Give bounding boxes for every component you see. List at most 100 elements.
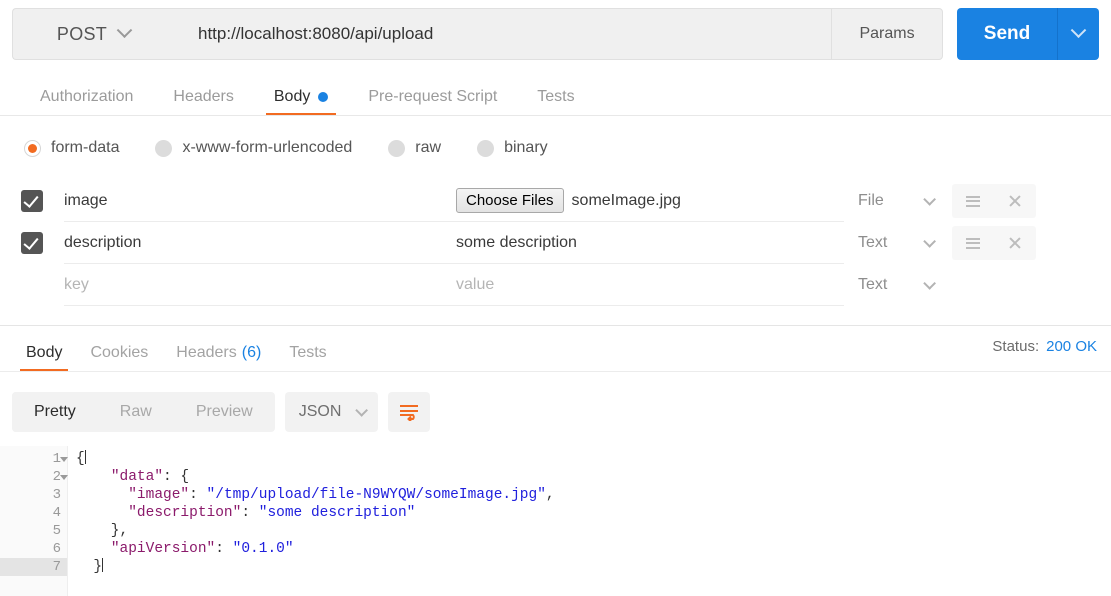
checkbox-icon[interactable]: [21, 190, 43, 212]
form-value-input[interactable]: [456, 233, 844, 252]
text-caret: [102, 558, 104, 572]
request-tab-label: Authorization: [40, 88, 134, 105]
chevron-down-icon: [1070, 21, 1087, 38]
chevron-down-icon: [116, 21, 133, 38]
request-tab-pre-request-script[interactable]: Pre-request Script: [348, 78, 517, 116]
view-mode-raw[interactable]: Raw: [98, 392, 174, 432]
chevron-down-icon: [923, 192, 936, 206]
radio-icon[interactable]: [24, 139, 41, 157]
form-value-cell[interactable]: [456, 222, 844, 264]
line-number-text: 3: [52, 487, 61, 503]
request-tab-label: Pre-request Script: [368, 88, 498, 105]
http-method-selector[interactable]: POST: [12, 8, 174, 60]
form-value-cell[interactable]: Choose Files someImage.jpg: [456, 180, 844, 222]
response-tab-label: Tests: [289, 344, 327, 361]
response-tab-label: Cookies: [90, 344, 149, 361]
fold-arrow-icon[interactable]: [60, 474, 68, 480]
form-value-input[interactable]: [456, 275, 844, 294]
line-number-text: 4: [52, 505, 61, 521]
code-line: {: [76, 450, 1111, 468]
form-row-enable-cell: [0, 274, 64, 296]
line-number: 4: [0, 504, 67, 522]
fold-arrow-icon[interactable]: [60, 456, 68, 462]
send-options-button[interactable]: [1057, 8, 1099, 60]
menu-icon: [966, 195, 980, 207]
code-token: "description": [128, 505, 242, 521]
response-tabs-divider: [0, 371, 1111, 372]
form-key-input[interactable]: [64, 275, 456, 294]
body-type-label: x-www-form-urlencoded: [182, 139, 353, 156]
request-tab-authorization[interactable]: Authorization: [20, 78, 153, 116]
code-line: "image": "/tmp/upload/file-N9WYQW/someIm…: [76, 486, 1111, 504]
send-button[interactable]: Send: [957, 8, 1057, 60]
menu-icon: [966, 237, 980, 249]
form-type-selector[interactable]: File: [844, 192, 944, 210]
choose-files-button[interactable]: Choose Files: [456, 187, 564, 214]
checkbox-icon[interactable]: [21, 232, 43, 254]
file-picker[interactable]: Choose Files someImage.jpg: [456, 187, 681, 214]
form-key-input[interactable]: [64, 233, 456, 252]
row-delete-button[interactable]: [994, 184, 1036, 218]
url-input-wrapper[interactable]: http://localhost:8080/api/upload: [174, 8, 831, 60]
response-tab-label: Headers: [176, 344, 237, 361]
form-type-label: Text: [858, 234, 888, 251]
response-tab-body[interactable]: Body: [12, 334, 76, 372]
body-type-label: form-data: [51, 139, 120, 156]
form-key-input[interactable]: [64, 191, 456, 210]
body-type-x-www-form-urlencoded[interactable]: x-www-form-urlencoded: [155, 139, 352, 157]
form-type-selector[interactable]: Text: [844, 234, 944, 252]
radio-icon[interactable]: [477, 139, 495, 157]
row-menu-button[interactable]: [952, 226, 994, 260]
request-tab-label: Tests: [537, 88, 575, 105]
body-type-raw[interactable]: raw: [388, 139, 441, 157]
response-tab-cookies[interactable]: Cookies: [76, 334, 162, 372]
body-type-radio-group: form-data x-www-form-urlencoded raw binary: [0, 132, 1111, 164]
body-type-label: raw: [415, 139, 442, 156]
text-caret: [84, 450, 86, 464]
response-format-selector[interactable]: JSON: [284, 392, 379, 432]
response-tab-tests[interactable]: Tests: [275, 334, 340, 372]
response-body-editor[interactable]: 123 4 5 6 7 { "data": { "image": "/tmp/uploa…: [0, 446, 1111, 596]
form-key-cell[interactable]: [64, 264, 456, 306]
radio-icon[interactable]: [388, 139, 406, 157]
chevron-down-icon: [923, 234, 936, 248]
form-key-cell[interactable]: [64, 180, 456, 222]
request-tab-headers[interactable]: Headers: [153, 78, 253, 116]
status-badge: Status: 200 OK: [992, 338, 1097, 355]
row-delete-button[interactable]: [994, 226, 1036, 260]
code-token: },: [76, 523, 129, 539]
form-row-actions: [944, 184, 1044, 218]
form-value-cell[interactable]: [456, 264, 844, 306]
request-tabs-divider: [0, 115, 1111, 116]
form-key-cell[interactable]: [64, 222, 456, 264]
view-mode-label: Preview: [195, 403, 253, 420]
form-type-label: File: [858, 192, 884, 209]
form-type-selector[interactable]: Text: [844, 276, 944, 294]
view-mode-pretty[interactable]: Pretty: [12, 392, 98, 432]
params-button[interactable]: Params: [831, 8, 943, 60]
word-wrap-button[interactable]: [388, 392, 431, 432]
view-mode-preview[interactable]: Preview: [174, 392, 275, 432]
checkbox-icon[interactable]: [21, 274, 43, 296]
request-tab-body[interactable]: Body: [254, 78, 348, 116]
request-tab-tests[interactable]: Tests: [517, 78, 594, 116]
response-tab-headers[interactable]: Headers (6): [162, 334, 275, 372]
table-row: Choose Files someImage.jpg File: [0, 180, 1111, 222]
line-number: 5: [0, 522, 67, 540]
response-json-code[interactable]: { "data": { "image": "/tmp/upload/file-N…: [68, 446, 1111, 596]
url-text: http://localhost:8080/api/upload: [198, 24, 434, 43]
body-type-binary[interactable]: binary: [477, 139, 548, 157]
code-token: :: [189, 487, 207, 503]
request-tab-label: Body: [273, 88, 311, 105]
code-token: "some description": [258, 505, 416, 521]
modified-dot-icon: [318, 92, 329, 102]
code-token: :: [241, 505, 259, 521]
radio-icon[interactable]: [155, 139, 173, 157]
body-type-form-data[interactable]: form-data: [24, 139, 119, 157]
code-token: }: [76, 559, 103, 575]
line-number: 2: [0, 468, 68, 486]
row-menu-button[interactable]: [952, 184, 994, 218]
form-data-table: Choose Files someImage.jpg File Text Text: [0, 180, 1111, 306]
